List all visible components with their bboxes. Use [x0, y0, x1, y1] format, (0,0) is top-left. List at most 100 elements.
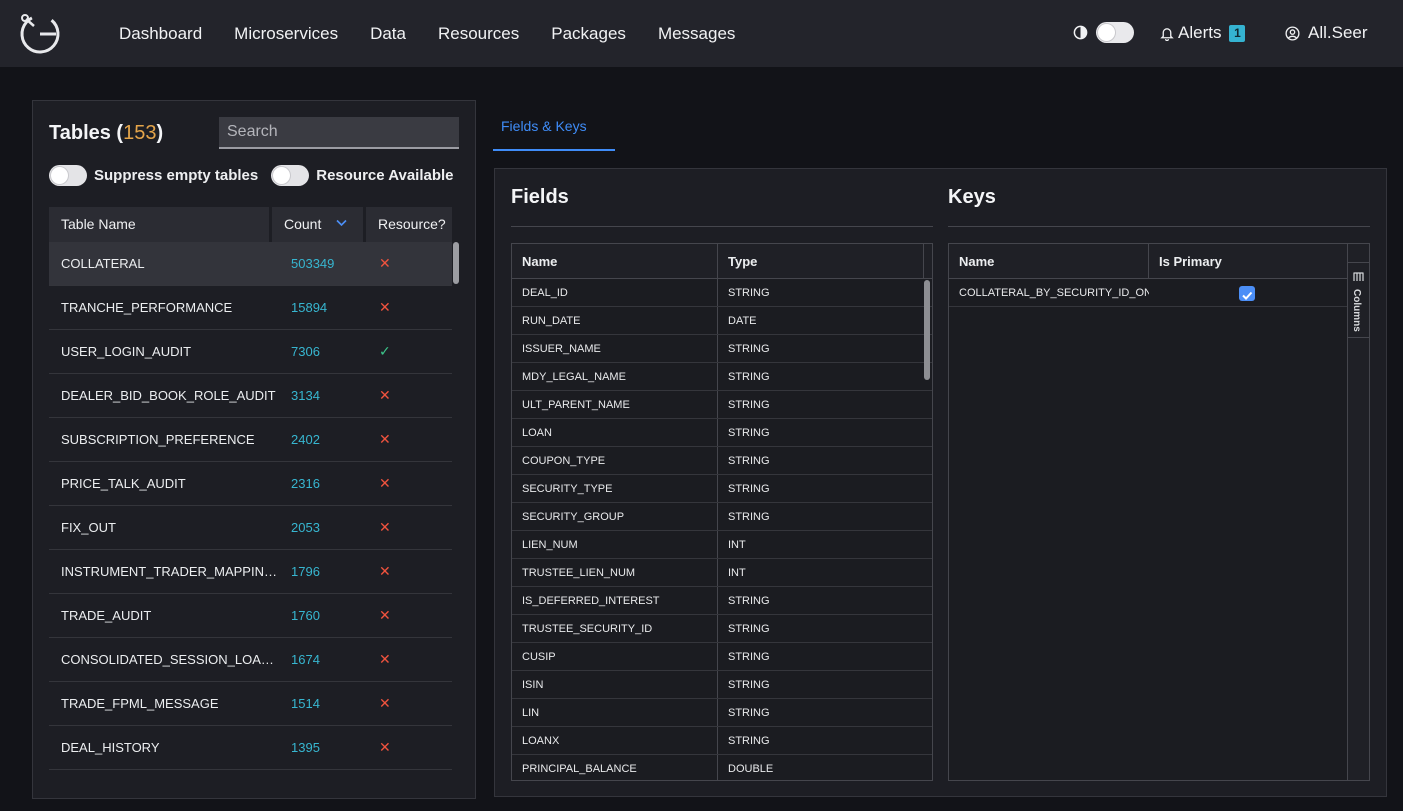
table-row[interactable]: PRICE_TALK_AUDIT 2316 ✕	[49, 462, 452, 506]
table-row[interactable]: FIX_OUT 2053 ✕	[49, 506, 452, 550]
field-type-cell: STRING	[728, 455, 770, 467]
checkbox-checked-icon[interactable]	[1239, 286, 1255, 301]
fields-grid-body: DEAL_ID STRING RUN_DATE DATE ISSUER_NAME STRI…	[512, 279, 932, 780]
keys-divider	[948, 226, 1370, 227]
field-type-cell: STRING	[728, 679, 770, 691]
field-row[interactable]: SECURITY_GROUP STRING	[512, 503, 932, 531]
contrast-icon	[1073, 25, 1088, 40]
field-row[interactable]: RUN_DATE DATE	[512, 307, 932, 335]
alerts-count-badge: 1	[1229, 24, 1246, 42]
table-row[interactable]: CONSOLIDATED_SESSION_LOAN_P... 1674 ✕	[49, 638, 452, 682]
columns-icon	[1353, 272, 1364, 281]
keys-header-name[interactable]: Name	[949, 244, 1149, 278]
field-row[interactable]: ULT_PARENT_NAME STRING	[512, 391, 932, 419]
alerts-button[interactable]: Alerts 1	[1160, 23, 1246, 43]
tab-fields-keys-label: Fields & Keys	[501, 118, 587, 134]
field-row[interactable]: ISIN STRING	[512, 671, 932, 699]
table-row[interactable]: INSTRUMENT_TRADER_MAPPING_A... 1796 ✕	[49, 550, 452, 594]
logo-icon[interactable]	[18, 11, 62, 55]
tables-panel: Tables (153) Suppress empty tables Resou…	[32, 100, 476, 799]
table-row[interactable]: TRADE_AUDIT 1760 ✕	[49, 594, 452, 638]
field-row[interactable]: LIN STRING	[512, 699, 932, 727]
fields-scrollbar[interactable]	[924, 280, 930, 380]
nav-item-microservices[interactable]: Microservices	[234, 24, 338, 44]
field-row[interactable]: DEAL_ID STRING	[512, 279, 932, 307]
field-name-cell: PRINCIPAL_BALANCE	[512, 755, 718, 780]
tables-count: 153	[123, 122, 157, 144]
field-name-cell: ISSUER_NAME	[512, 335, 718, 362]
table-row[interactable]: USER_LOGIN_AUDIT 7306 ✓	[49, 330, 452, 374]
table-row[interactable]: DEALER_BID_BOOK_ROLE_AUDIT 3134 ✕	[49, 374, 452, 418]
table-name-cell: DEALER_BID_BOOK_ROLE_AUDIT	[61, 388, 276, 403]
nav-item-messages[interactable]: Messages	[658, 24, 735, 44]
table-row[interactable]: DEAL_HISTORY 1395 ✕	[49, 726, 452, 770]
field-type-cell: DOUBLE	[728, 763, 774, 775]
field-row[interactable]: COUPON_TYPE STRING	[512, 447, 932, 475]
table-count-cell: 3134	[291, 388, 320, 403]
nav-item-data[interactable]: Data	[370, 24, 406, 44]
active-tab-indicator	[493, 149, 615, 151]
chevron-down-icon	[336, 219, 347, 227]
field-row[interactable]: LIEN_NUM INT	[512, 531, 932, 559]
table-name-cell: TRANCHE_PERFORMANCE	[61, 300, 233, 315]
field-row[interactable]: TRUSTEE_SECURITY_ID STRING	[512, 615, 932, 643]
field-type-cell: STRING	[728, 399, 770, 411]
field-row[interactable]: SECURITY_TYPE STRING	[512, 475, 932, 503]
field-type-cell: STRING	[728, 735, 770, 747]
search-input[interactable]	[219, 117, 459, 149]
table-row[interactable]: TRADE_FPML_MESSAGE 1514 ✕	[49, 682, 452, 726]
column-header-resource[interactable]: Resource?	[366, 207, 452, 242]
field-row[interactable]: TRUSTEE_LIEN_NUM INT	[512, 559, 932, 587]
field-name-cell: LOANX	[512, 727, 718, 754]
cross-icon: ✕	[379, 299, 391, 315]
nav-item-dashboard[interactable]: Dashboard	[119, 24, 202, 44]
field-type-cell: STRING	[728, 287, 770, 299]
table-row[interactable]: COLLATERAL 503349 ✕	[49, 242, 452, 286]
tables-scrollbar[interactable]	[453, 242, 459, 284]
key-row[interactable]: COLLATERAL_BY_SECURITY_ID_ONE	[949, 279, 1348, 307]
field-row[interactable]: ISSUER_NAME STRING	[512, 335, 932, 363]
keys-grid-header: Name Is Primary	[949, 244, 1348, 279]
fields-header-type[interactable]: Type	[718, 244, 924, 278]
user-menu[interactable]: All.Seer	[1285, 23, 1368, 43]
table-name-cell: TRADE_FPML_MESSAGE	[61, 696, 219, 711]
field-type-cell: STRING	[728, 623, 770, 635]
cross-icon: ✕	[379, 607, 391, 623]
cross-icon: ✕	[379, 387, 391, 403]
keys-header-primary[interactable]: Is Primary	[1149, 244, 1347, 278]
table-name-cell: USER_LOGIN_AUDIT	[61, 344, 192, 359]
field-row[interactable]: PRINCIPAL_BALANCE DOUBLE	[512, 755, 932, 780]
tab-fields-keys[interactable]: Fields & Keys	[493, 104, 615, 151]
cross-icon: ✕	[379, 651, 391, 667]
table-row[interactable]: TRANCHE_PERFORMANCE 15894 ✕	[49, 286, 452, 330]
table-count-cell: 2316	[291, 476, 320, 491]
cross-icon: ✕	[379, 519, 391, 535]
field-row[interactable]: LOANX STRING	[512, 727, 932, 755]
nav-item-resources[interactable]: Resources	[438, 24, 519, 44]
table-name-cell: PRICE_TALK_AUDIT	[61, 476, 186, 491]
field-name-cell: SECURITY_GROUP	[512, 503, 718, 530]
tables-title-text: Tables	[49, 122, 111, 144]
field-row[interactable]: IS_DEFERRED_INTEREST STRING	[512, 587, 932, 615]
column-header-table-name[interactable]: Table Name	[49, 207, 269, 242]
table-name-cell: FIX_OUT	[61, 520, 116, 535]
columns-panel-button[interactable]: Columns	[1348, 262, 1369, 338]
fields-keys-panel: Fields Keys Name Type DEAL_ID STRING RUN_D…	[494, 168, 1387, 797]
table-count-cell: 1796	[291, 564, 320, 579]
nav-item-packages[interactable]: Packages	[551, 24, 626, 44]
field-row[interactable]: MDY_LEGAL_NAME STRING	[512, 363, 932, 391]
columns-side-bar: Columns	[1347, 244, 1369, 780]
field-type-cell: INT	[728, 567, 746, 579]
field-type-cell: STRING	[728, 371, 770, 383]
field-row[interactable]: LOAN STRING	[512, 419, 932, 447]
field-row[interactable]: CUSIP STRING	[512, 643, 932, 671]
field-type-cell: STRING	[728, 343, 770, 355]
table-row[interactable]: SUBSCRIPTION_PREFERENCE 2402 ✕	[49, 418, 452, 462]
fields-header-name[interactable]: Name	[512, 244, 718, 278]
suppress-empty-toggle[interactable]	[49, 165, 87, 186]
theme-toggle[interactable]	[1096, 22, 1134, 43]
resource-available-toggle[interactable]	[271, 165, 310, 186]
user-name: All.Seer	[1308, 23, 1368, 42]
cross-icon: ✕	[379, 739, 391, 755]
column-header-count[interactable]: Count	[272, 207, 363, 242]
